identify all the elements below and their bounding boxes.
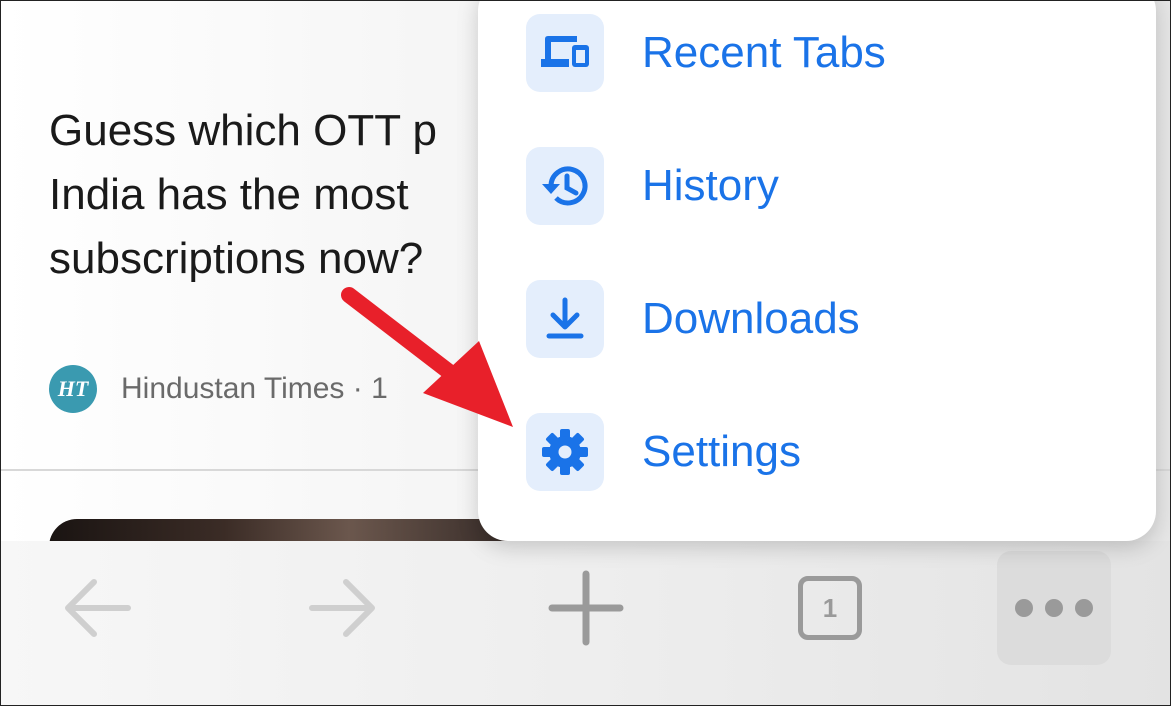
menu-item-label: Downloads <box>642 294 860 343</box>
overflow-menu: Recent Tabs History Downloads Settings <box>478 1 1156 541</box>
history-icon <box>542 166 588 206</box>
tab-switcher-icon: 1 <box>798 576 862 640</box>
annotation-arrow <box>341 287 513 427</box>
more-button[interactable] <box>997 551 1111 665</box>
gear-icon <box>542 429 588 475</box>
menu-item-label: Recent Tabs <box>642 28 886 77</box>
menu-item-settings[interactable]: Settings <box>526 412 1126 492</box>
plus-icon <box>548 570 624 646</box>
forward-button[interactable] <box>285 551 399 665</box>
tab-count: 1 <box>822 592 838 623</box>
menu-item-downloads[interactable]: Downloads <box>526 279 1126 359</box>
menu-item-history[interactable]: History <box>526 146 1126 226</box>
menu-icon-tile <box>526 147 604 225</box>
forward-arrow-icon <box>309 579 375 637</box>
menu-item-label: Settings <box>642 427 801 476</box>
bottom-toolbar: 1 <box>1 541 1170 705</box>
menu-item-recent-tabs[interactable]: Recent Tabs <box>526 13 1126 93</box>
new-tab-button[interactable] <box>529 551 643 665</box>
menu-item-label: History <box>642 161 779 210</box>
screen: Guess which OTT p India has the most sub… <box>0 0 1171 706</box>
tab-switcher-button[interactable]: 1 <box>773 551 887 665</box>
devices-icon <box>541 36 589 67</box>
hindustan-times-logo: HT <box>49 365 97 413</box>
back-arrow-icon <box>65 579 131 637</box>
menu-icon-tile <box>526 14 604 92</box>
download-icon <box>546 297 584 339</box>
more-icon <box>1015 599 1093 617</box>
back-button[interactable] <box>41 551 155 665</box>
